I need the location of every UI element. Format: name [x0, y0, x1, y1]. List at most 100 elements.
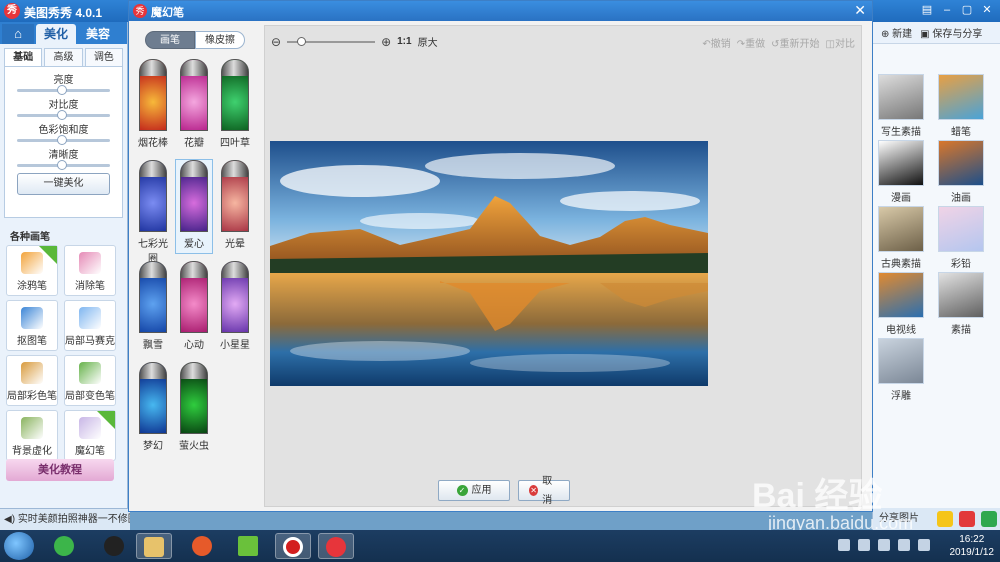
restart-button[interactable]: ↺重新开始 — [771, 35, 819, 50]
brush-tool[interactable]: 消除笔 — [64, 245, 116, 296]
magic-pen-item[interactable]: 烟花棒 — [135, 59, 171, 152]
zoom-slider[interactable] — [287, 36, 376, 46]
pen-label: 爱心 — [184, 239, 204, 250]
magic-pen-item[interactable]: 小星星 — [217, 261, 253, 354]
magic-pen-item[interactable]: 萤火虫 — [176, 362, 212, 455]
undo-button[interactable]: ↶撤销 — [702, 35, 730, 50]
contrast-slider[interactable]: 对比度 — [13, 96, 114, 120]
zoom-original-label[interactable]: 原大 — [418, 34, 438, 49]
effect-label: 写生素描 — [881, 127, 921, 138]
canvas-area: ⊖ ⊕ 1:1 原大 ↶撤销 ↷重做 ↺重新开始 ◫对比 ✓ 应用 ✕ 取消 — [264, 25, 862, 507]
home-icon[interactable]: ⌂ — [2, 24, 34, 44]
magic-pen-item[interactable]: 四叶草 — [217, 59, 253, 152]
ime-icon[interactable] — [918, 539, 930, 551]
cancel-button[interactable]: ✕ 取消 — [518, 476, 570, 506]
one-click-beautify-button[interactable]: 一键美化 — [17, 173, 110, 195]
saturation-slider[interactable]: 色彩饱和度 — [13, 121, 114, 145]
magic-pen-item[interactable]: 光晕 — [217, 160, 253, 253]
taskbar-app-video[interactable] — [230, 533, 266, 559]
magic-pen-item[interactable]: 心动 — [176, 261, 212, 354]
brush-tool[interactable]: 局部马赛克 — [64, 300, 116, 351]
magic-pen-item[interactable]: 七彩光圈 — [135, 160, 171, 265]
taskbar-app-explorer[interactable] — [136, 533, 172, 559]
pen-cap — [222, 60, 248, 76]
effect-item[interactable]: 蜡笔 — [935, 74, 987, 138]
menu-icon[interactable]: ▤ — [920, 3, 934, 17]
sharpness-slider[interactable]: 清晰度 — [13, 146, 114, 170]
taskbar-app-firefox[interactable] — [184, 533, 220, 559]
close-icon[interactable]: ✕ — [980, 3, 994, 17]
redo-button[interactable]: ↷重做 — [737, 35, 765, 50]
brush-tool[interactable]: 魔幻笔 — [64, 410, 116, 461]
tab-beautify[interactable]: 美化 — [36, 24, 76, 44]
magic-pen-item[interactable]: 爱心 — [175, 159, 213, 254]
effect-item[interactable]: 写生素描 — [875, 74, 927, 138]
weibo-icon[interactable] — [959, 511, 975, 527]
effect-thumbnail — [938, 74, 984, 120]
brush-tool-label: 抠图笔 — [17, 336, 47, 347]
effect-item[interactable]: 古典素描 — [875, 206, 927, 270]
minimize-icon[interactable]: – — [940, 3, 954, 17]
apply-button[interactable]: ✓ 应用 — [438, 480, 510, 501]
photo-canvas[interactable] — [270, 141, 708, 386]
magic-pen-item[interactable]: 花瓣 — [176, 59, 212, 152]
brush-tool[interactable]: 背景虚化 — [6, 410, 58, 461]
effect-item[interactable]: 彩铅 — [935, 206, 987, 270]
maximize-icon[interactable]: ▢ — [960, 3, 974, 17]
compare-button[interactable]: ◫对比 — [826, 35, 855, 50]
slider-knob[interactable] — [56, 160, 67, 170]
start-button[interactable] — [4, 532, 34, 560]
brush-tool[interactable]: 局部彩色笔 — [6, 355, 58, 406]
history-toolbar: ↶撤销 ↷重做 ↺重新开始 ◫对比 — [702, 35, 855, 50]
volume-icon[interactable] — [898, 539, 910, 551]
clock[interactable]: 16:22 2019/1/12 — [950, 533, 995, 559]
zoom-ratio[interactable]: 1:1 — [397, 36, 411, 47]
taskbar-app-meitu[interactable] — [318, 533, 354, 559]
pen-body — [139, 59, 167, 131]
tutorial-button[interactable]: 美化教程 — [6, 459, 114, 481]
zoom-in-icon[interactable]: ⊕ — [381, 35, 391, 49]
zoom-out-icon[interactable]: ⊖ — [271, 35, 281, 49]
brush-tool-icon — [21, 307, 43, 329]
network-icon[interactable] — [878, 539, 890, 551]
effect-item[interactable]: 漫画 — [875, 140, 927, 204]
status-text[interactable]: 实时美颜拍照神器一不修图 — [18, 514, 130, 525]
brush-mode-button[interactable]: 画笔 — [145, 31, 195, 49]
taskbar-app-recorder[interactable] — [275, 533, 311, 559]
subtab-color[interactable]: 调色 — [84, 48, 123, 66]
brightness-slider[interactable]: 亮度 — [13, 71, 114, 95]
slider-knob[interactable] — [56, 135, 67, 145]
brush-tool[interactable]: 局部变色笔 — [64, 355, 116, 406]
subtab-advanced[interactable]: 高级 — [44, 48, 83, 66]
zoom-knob[interactable] — [297, 36, 307, 46]
taskbar-app-360[interactable] — [46, 533, 82, 559]
new-button[interactable]: ⊕ 新建 — [881, 25, 912, 40]
brush-tool[interactable]: 涂鸦笔 — [6, 245, 58, 296]
apply-label: 应用 — [471, 485, 492, 496]
tab-beauty[interactable]: 美容 — [78, 24, 118, 44]
brush-tool[interactable]: 抠图笔 — [6, 300, 58, 351]
security-icon[interactable] — [858, 539, 870, 551]
eraser-mode-button[interactable]: 橡皮擦 — [195, 31, 245, 49]
save-share-button[interactable]: ▣ 保存与分享 — [920, 25, 982, 40]
effect-item[interactable]: 电视线 — [875, 272, 927, 336]
add-share-icon[interactable] — [981, 511, 997, 527]
effect-label: 浮雕 — [891, 391, 911, 402]
qzone-icon[interactable] — [937, 511, 953, 527]
adjust-box: 亮度 对比度 色彩饱和度 清晰度 一键美化 — [4, 66, 123, 218]
effect-item[interactable]: 油画 — [935, 140, 987, 204]
pen-label: 四叶草 — [220, 138, 250, 149]
magic-pen-item[interactable]: 飘雪 — [135, 261, 171, 354]
subtab-basic[interactable]: 基础 — [4, 48, 43, 66]
brush-tool-icon — [21, 417, 43, 439]
slider-knob[interactable] — [56, 110, 67, 120]
dialog-close-icon[interactable]: ✕ — [854, 2, 866, 19]
keyboard-icon[interactable] — [838, 539, 850, 551]
effect-item[interactable]: 浮雕 — [875, 338, 927, 402]
taskbar-app-qq[interactable] — [96, 533, 132, 559]
pen-cap — [181, 161, 207, 177]
effect-item[interactable]: 素描 — [935, 272, 987, 336]
magic-pen-item[interactable]: 梦幻 — [135, 362, 171, 455]
slider-knob[interactable] — [56, 85, 67, 95]
effect-label: 蜡笔 — [951, 127, 971, 138]
